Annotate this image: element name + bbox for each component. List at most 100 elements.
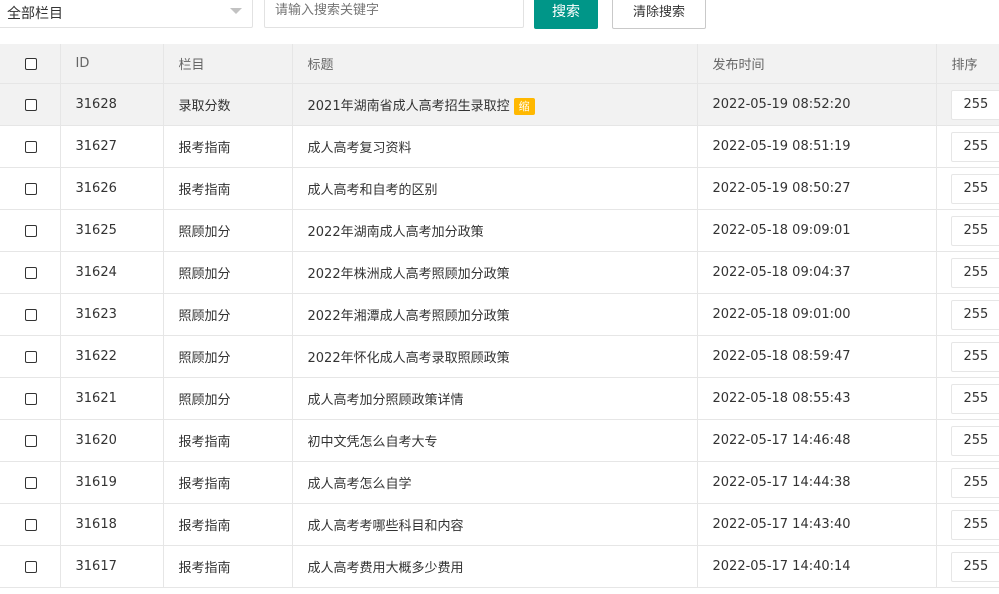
row-category: 照顾加分	[178, 351, 231, 366]
search-button[interactable]: 搜索	[534, 0, 598, 29]
row-id: 31628	[75, 97, 117, 112]
thumbnail-badge: 缩	[513, 97, 535, 115]
row-publish-time: 2022-05-18 09:01:00	[712, 307, 851, 322]
table-row: 31620 报考指南 初中文凭怎么自考大专 2022-05-17 14:46:48	[0, 419, 999, 462]
row-publish-time: 2022-05-19 08:50:27	[712, 181, 851, 196]
search-toolbar: 全部栏目 搜索 清除搜索	[0, 0, 999, 44]
row-title[interactable]: 成人高考考哪些科目和内容	[293, 515, 464, 534]
header-category: 栏目	[178, 58, 205, 73]
header-title: 标题	[307, 58, 334, 73]
sort-input[interactable]	[950, 131, 999, 162]
row-checkbox[interactable]	[24, 98, 37, 111]
row-publish-time: 2022-05-18 08:59:47	[712, 349, 851, 364]
row-publish-time: 2022-05-19 08:52:20	[712, 97, 851, 112]
sort-input[interactable]	[950, 425, 999, 456]
table-row: 31617 报考指南 成人高考费用大概多少费用 2022-05-17 14:40:14	[0, 545, 999, 588]
clear-search-button[interactable]: 清除搜索	[612, 0, 706, 29]
table-row: 31625 照顾加分 2022年湖南成人高考加分政策 2022-05-18 09:09…	[0, 209, 999, 252]
row-publish-time: 2022-05-18 09:09:01	[712, 223, 851, 238]
select-all-checkbox[interactable]	[24, 57, 37, 70]
row-category: 照顾加分	[178, 393, 231, 408]
row-category: 照顾加分	[178, 225, 231, 240]
category-select[interactable]: 全部栏目	[0, 0, 253, 28]
row-checkbox[interactable]	[24, 392, 37, 405]
row-checkbox[interactable]	[24, 308, 37, 321]
table-row: 31622 照顾加分 2022年怀化成人高考录取照顾政策 2022-05-18 08:…	[0, 335, 999, 378]
row-category: 报考指南	[178, 141, 231, 156]
sort-input[interactable]	[950, 257, 999, 288]
row-checkbox[interactable]	[24, 350, 37, 363]
header-sort: 排序	[951, 58, 978, 73]
sort-input[interactable]	[950, 215, 999, 246]
sort-input[interactable]	[950, 509, 999, 540]
row-publish-time: 2022-05-18 09:04:37	[712, 265, 851, 280]
row-id: 31622	[75, 349, 117, 364]
row-title[interactable]: 2022年怀化成人高考录取照顾政策	[293, 347, 510, 366]
row-id: 31624	[75, 265, 117, 280]
row-category: 报考指南	[178, 435, 231, 450]
header-id: ID	[75, 56, 90, 71]
table-row: 31621 照顾加分 成人高考加分照顾政策详情 2022-05-18 08:55:43	[0, 377, 999, 420]
row-id: 31623	[75, 307, 117, 322]
row-title[interactable]: 初中文凭怎么自考大专	[293, 431, 438, 450]
row-id: 31621	[75, 391, 117, 406]
row-id: 31620	[75, 433, 117, 448]
row-publish-time: 2022-05-17 14:46:48	[712, 433, 851, 448]
table-header-row: ID 栏目 标题 发布时间 排序	[0, 44, 999, 84]
row-category: 报考指南	[178, 519, 231, 534]
sort-input[interactable]	[950, 551, 999, 582]
sort-input[interactable]	[950, 89, 999, 120]
row-category: 报考指南	[178, 183, 231, 198]
row-category: 录取分数	[178, 99, 231, 114]
table-row: 31623 照顾加分 2022年湘潭成人高考照顾加分政策 2022-05-18 09:…	[0, 293, 999, 336]
sort-input[interactable]	[950, 383, 999, 414]
table-row: 31618 报考指南 成人高考考哪些科目和内容 2022-05-17 14:43:40	[0, 503, 999, 546]
row-title[interactable]: 成人高考复习资料	[293, 137, 412, 156]
row-checkbox[interactable]	[24, 140, 37, 153]
row-title[interactable]: 成人高考费用大概多少费用	[293, 557, 464, 576]
row-checkbox[interactable]	[24, 224, 37, 237]
row-publish-time: 2022-05-18 08:55:43	[712, 391, 851, 406]
row-publish-time: 2022-05-17 14:40:14	[712, 559, 851, 574]
row-publish-time: 2022-05-17 14:43:40	[712, 517, 851, 532]
row-checkbox[interactable]	[24, 434, 37, 447]
row-id: 31627	[75, 139, 117, 154]
table-row: 31619 报考指南 成人高考怎么自学 2022-05-17 14:44:38	[0, 461, 999, 504]
sort-input[interactable]	[950, 467, 999, 498]
sort-input[interactable]	[950, 299, 999, 330]
row-category: 报考指南	[178, 477, 231, 492]
row-checkbox[interactable]	[24, 476, 37, 489]
row-title[interactable]: 成人高考和自考的区别	[293, 179, 438, 198]
row-category: 照顾加分	[178, 267, 231, 282]
row-checkbox[interactable]	[24, 560, 37, 573]
table-row: 31627 报考指南 成人高考复习资料 2022-05-19 08:51:19	[0, 125, 999, 168]
table-row: 31624 照顾加分 2022年株洲成人高考照顾加分政策 2022-05-18 09:…	[0, 251, 999, 294]
row-publish-time: 2022-05-19 08:51:19	[712, 139, 851, 154]
row-id: 31619	[75, 475, 117, 490]
row-id: 31626	[75, 181, 117, 196]
row-title[interactable]: 2022年湘潭成人高考照顾加分政策	[293, 305, 510, 324]
chevron-down-icon	[230, 8, 242, 14]
table-row: 31628 录取分数 2021年湖南省成人高考招生录取控缩 2022-05-19 08…	[0, 83, 999, 126]
sort-input[interactable]	[950, 341, 999, 372]
table-row: 31626 报考指南 成人高考和自考的区别 2022-05-19 08:50:27	[0, 167, 999, 210]
row-category: 报考指南	[178, 561, 231, 576]
row-title[interactable]: 2022年湖南成人高考加分政策	[293, 221, 484, 240]
row-publish-time: 2022-05-17 14:44:38	[712, 475, 851, 490]
search-input[interactable]	[264, 0, 524, 28]
row-title[interactable]: 2022年株洲成人高考照顾加分政策	[293, 263, 510, 282]
article-table: ID 栏目 标题 发布时间 排序 31628 录取分数 2021年湖南省成人高考招生…	[0, 44, 999, 588]
row-checkbox[interactable]	[24, 182, 37, 195]
row-checkbox[interactable]	[24, 518, 37, 531]
row-title[interactable]: 2021年湖南省成人高考招生录取控	[293, 95, 510, 114]
row-checkbox[interactable]	[24, 266, 37, 279]
sort-input[interactable]	[950, 173, 999, 204]
row-title[interactable]: 成人高考加分照顾政策详情	[293, 389, 464, 408]
row-id: 31618	[75, 517, 117, 532]
row-title[interactable]: 成人高考怎么自学	[293, 473, 412, 492]
row-category: 照顾加分	[178, 309, 231, 324]
row-id: 31625	[75, 223, 117, 238]
row-id: 31617	[75, 559, 117, 574]
header-publish-time: 发布时间	[712, 58, 765, 73]
category-select-value: 全部栏目	[7, 6, 63, 22]
